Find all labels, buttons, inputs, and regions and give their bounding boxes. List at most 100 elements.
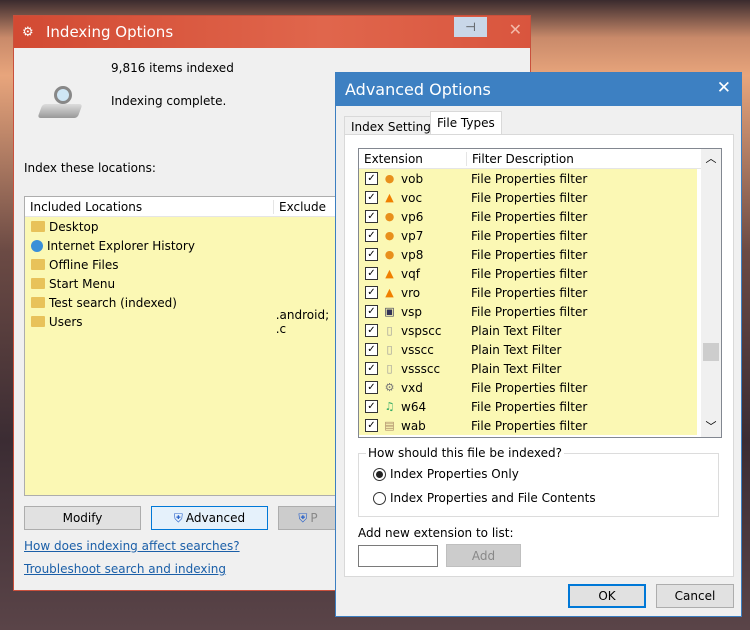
media-disc-icon: ● bbox=[384, 229, 395, 242]
address-book-icon: ▤ bbox=[384, 419, 395, 432]
radio-properties-contents[interactable]: Index Properties and File Contents bbox=[373, 491, 596, 505]
file-type-row[interactable]: ✓ ▤ wab File Properties filter bbox=[359, 416, 697, 435]
file-type-row[interactable]: ✓ ▲ vro File Properties filter bbox=[359, 283, 697, 302]
checkbox[interactable]: ✓ bbox=[365, 172, 378, 185]
media-disc-icon: ● bbox=[384, 172, 395, 185]
filter-description: File Properties filter bbox=[471, 190, 588, 205]
filter-description: File Properties filter bbox=[471, 228, 588, 243]
pause-button[interactable]: ⛨ P bbox=[278, 506, 338, 530]
location-name: Offline Files bbox=[49, 257, 119, 272]
blank-file-icon: ▯ bbox=[386, 362, 393, 375]
scroll-down-icon[interactable]: ﹀ bbox=[701, 417, 721, 437]
checkbox[interactable]: ✓ bbox=[365, 362, 378, 375]
media-disc-icon: ● bbox=[384, 210, 395, 223]
file-type-row[interactable]: ✓ ▯ vssscc Plain Text Filter bbox=[359, 359, 697, 378]
column-included[interactable]: Included Locations bbox=[25, 200, 273, 214]
file-type-row[interactable]: ✓ ▲ voc File Properties filter bbox=[359, 188, 697, 207]
extension: vp7 bbox=[401, 228, 424, 243]
filter-description: File Properties filter bbox=[471, 266, 588, 281]
file-type-row[interactable]: ✓ ▲ vqf File Properties filter bbox=[359, 264, 697, 283]
uac-shield-icon: ⛨ bbox=[298, 510, 308, 525]
troubleshoot-link[interactable]: Troubleshoot search and indexing bbox=[24, 562, 226, 576]
file-type-row[interactable]: ✓ ● vp6 File Properties filter bbox=[359, 207, 697, 226]
location-exclude: .android; .c bbox=[275, 307, 330, 336]
blank-file-icon: ▯ bbox=[386, 324, 393, 337]
file-type-row[interactable]: ✓ ▣ vsp File Properties filter bbox=[359, 302, 697, 321]
checkbox[interactable]: ✓ bbox=[365, 210, 378, 223]
column-exclude[interactable]: Exclude bbox=[273, 199, 326, 214]
vlc-cone-icon: ▲ bbox=[385, 267, 394, 280]
extension: w64 bbox=[401, 399, 427, 414]
location-name: Test search (indexed) bbox=[49, 295, 177, 310]
file-type-row[interactable]: ✓ ♫ w64 File Properties filter bbox=[359, 397, 697, 416]
close-button[interactable]: ✕ bbox=[717, 78, 731, 98]
location-row[interactable]: Start Menu bbox=[25, 274, 343, 293]
extension: vob bbox=[401, 171, 424, 186]
file-type-row[interactable]: ✓ ● vp7 File Properties filter bbox=[359, 226, 697, 245]
locations-list[interactable]: Included Locations Exclude Desktop Interne… bbox=[24, 196, 344, 496]
extension: vsscc bbox=[401, 342, 434, 357]
checkbox[interactable]: ✓ bbox=[365, 286, 378, 299]
add-button[interactable]: Add bbox=[446, 544, 521, 567]
tab-file-types[interactable]: File Types bbox=[430, 111, 502, 134]
extension: vssscc bbox=[401, 361, 441, 376]
advanced-label: Advanced bbox=[185, 511, 246, 525]
location-row[interactable]: Internet Explorer History bbox=[25, 236, 343, 255]
ie-history-icon bbox=[31, 239, 43, 252]
add-extension-input[interactable] bbox=[358, 545, 438, 567]
location-row[interactable]: Desktop bbox=[25, 217, 343, 236]
checkbox[interactable]: ✓ bbox=[365, 305, 378, 318]
help-link[interactable]: How does indexing affect searches? bbox=[24, 539, 240, 553]
extension: vxd bbox=[401, 380, 423, 395]
location-name: Start Menu bbox=[49, 276, 116, 291]
cancel-button[interactable]: Cancel bbox=[656, 584, 734, 608]
column-extension[interactable]: Extension bbox=[359, 152, 466, 166]
filter-description: Plain Text Filter bbox=[471, 361, 562, 376]
modify-button[interactable]: Modify bbox=[24, 506, 141, 530]
audio-file-icon: ♫ bbox=[384, 400, 395, 413]
file-type-row[interactable]: ✓ ▯ vsscc Plain Text Filter bbox=[359, 340, 697, 359]
drive-search-icon bbox=[37, 84, 83, 124]
location-row[interactable]: Users .android; .c bbox=[25, 308, 343, 336]
file-types-panel: Extension Filter Description ✓ ● vob File Pr… bbox=[344, 134, 734, 577]
checkbox[interactable]: ✓ bbox=[365, 248, 378, 261]
checkbox[interactable]: ✓ bbox=[365, 229, 378, 242]
file-type-row[interactable]: ✓ ⚙ vxd File Properties filter bbox=[359, 378, 697, 397]
radio-button[interactable] bbox=[373, 467, 386, 481]
file-type-row[interactable]: ✓ ● vp8 File Properties filter bbox=[359, 245, 697, 264]
file-types-list[interactable]: Extension Filter Description ✓ ● vob File Pr… bbox=[358, 148, 722, 438]
checkbox[interactable]: ✓ bbox=[365, 381, 378, 394]
ok-button[interactable]: OK bbox=[568, 584, 646, 608]
folder-icon bbox=[31, 316, 45, 327]
file-type-row[interactable]: ✓ ● vob File Properties filter bbox=[359, 169, 697, 188]
filter-description: File Properties filter bbox=[471, 285, 588, 300]
checkbox[interactable]: ✓ bbox=[365, 419, 378, 432]
title-bar: ⚙ Indexing Options bbox=[14, 16, 530, 48]
location-name: Internet Explorer History bbox=[47, 238, 195, 253]
scrollbar[interactable]: ︿ ﹀ bbox=[701, 149, 721, 437]
advanced-button[interactable]: ⛨ Advanced bbox=[151, 506, 268, 530]
media-disc-icon: ● bbox=[384, 248, 395, 261]
file-type-row[interactable]: ✓ ▯ vspscc Plain Text Filter bbox=[359, 321, 697, 340]
checkbox[interactable]: ✓ bbox=[365, 343, 378, 356]
location-row[interactable]: Offline Files bbox=[25, 255, 343, 274]
filter-description: File Properties filter bbox=[471, 171, 588, 186]
checkbox[interactable]: ✓ bbox=[365, 324, 378, 337]
radio-button[interactable] bbox=[373, 491, 386, 505]
indexing-icon: ⚙ bbox=[22, 24, 34, 40]
location-name: Desktop bbox=[49, 219, 99, 234]
checkbox[interactable]: ✓ bbox=[365, 267, 378, 280]
scroll-up-icon[interactable]: ︿ bbox=[701, 149, 721, 169]
add-extension-label: Add new extension to list: bbox=[358, 526, 514, 540]
close-button[interactable]: ✕ bbox=[509, 20, 522, 39]
radio-properties-only[interactable]: Index Properties Only bbox=[373, 467, 519, 481]
checkbox[interactable]: ✓ bbox=[365, 400, 378, 413]
extension: wab bbox=[401, 418, 426, 433]
pin-button[interactable]: ⊣ bbox=[454, 17, 487, 37]
pause-label: P bbox=[310, 511, 318, 525]
filter-description: File Properties filter bbox=[471, 418, 588, 433]
checkbox[interactable]: ✓ bbox=[365, 191, 378, 204]
scroll-thumb[interactable] bbox=[703, 343, 719, 361]
extension: vsp bbox=[401, 304, 422, 319]
column-filter[interactable]: Filter Description bbox=[466, 151, 574, 166]
